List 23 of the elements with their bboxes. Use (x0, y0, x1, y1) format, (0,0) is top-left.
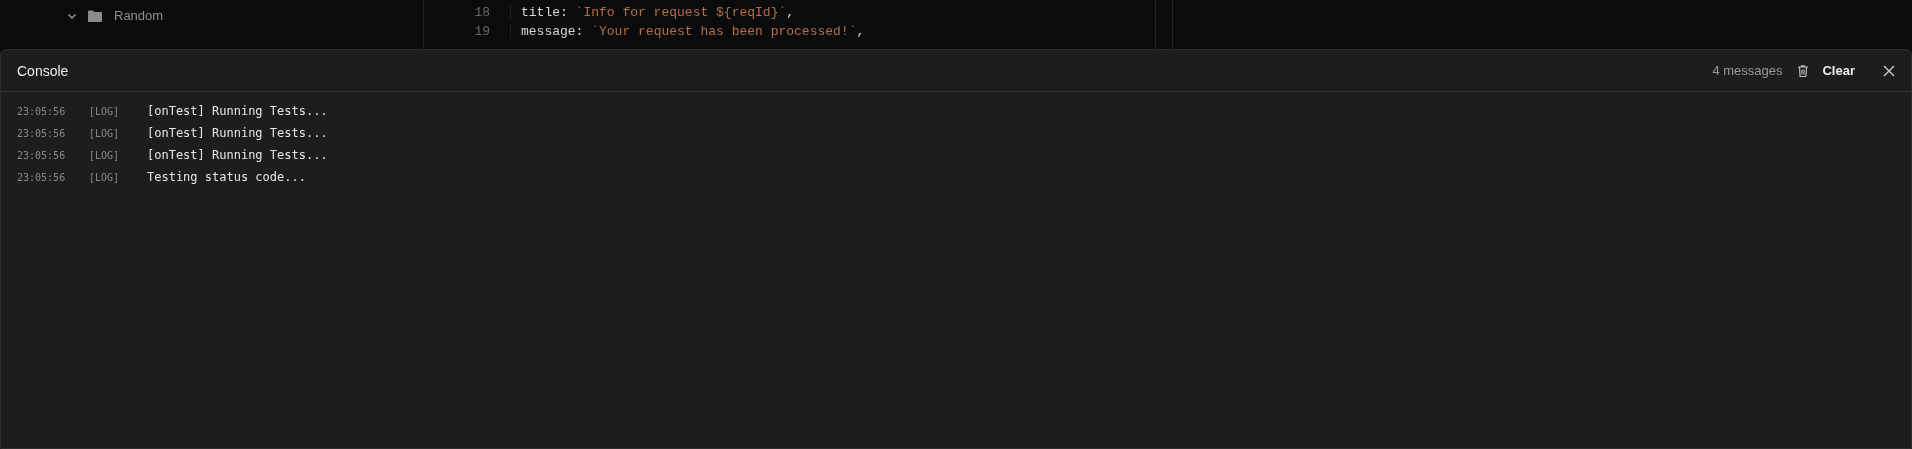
trash-icon (1798, 64, 1809, 77)
line-number: 18 (424, 5, 511, 20)
log-level: [LOG] (89, 127, 121, 139)
folder-label[interactable]: Random (114, 8, 164, 23)
close-button[interactable] (1883, 64, 1895, 77)
folder-icon (88, 9, 102, 22)
log-message: Testing status code... (147, 170, 306, 184)
log-time: 23:05:56 (17, 105, 67, 117)
log-level: [LOG] (89, 171, 121, 183)
code-line: title: `Info for request ${reqId}`, (521, 5, 795, 20)
log-level: [LOG] (89, 149, 121, 161)
log-message: [onTest] Running Tests... (147, 104, 328, 118)
log-time: 23:05:56 (17, 171, 67, 183)
log-message: [onTest] Running Tests... (147, 148, 328, 162)
message-count: 4 messages (1712, 63, 1783, 78)
code-line: message: `Your request has been processed!`, (521, 24, 865, 39)
console-title: Console (17, 62, 69, 79)
log-level: [LOG] (89, 105, 121, 117)
log-time: 23:05:56 (17, 127, 67, 139)
log-message: [onTest] Running Tests... (147, 126, 328, 140)
line-number: 19 (424, 24, 511, 39)
clear-button[interactable]: Clear (1798, 63, 1855, 78)
log-time: 23:05:56 (17, 149, 67, 161)
